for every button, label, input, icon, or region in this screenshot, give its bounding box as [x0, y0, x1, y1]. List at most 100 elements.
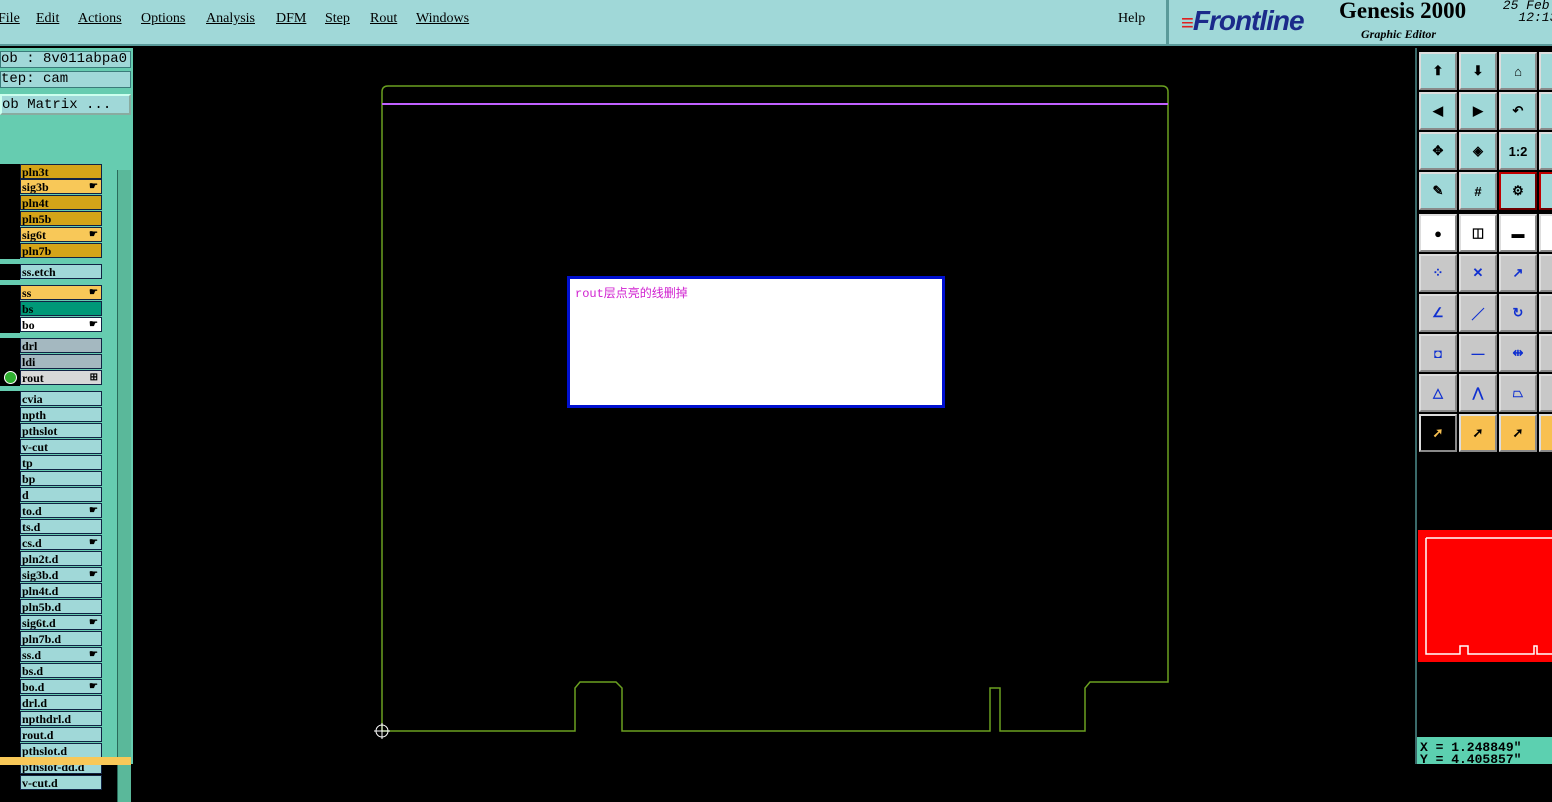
layer-npthdrl.d[interactable]: npthdrl.d: [20, 711, 102, 726]
measure-button[interactable]: ⇹: [1499, 334, 1537, 372]
move-pad-button[interactable]: ◘: [1419, 334, 1457, 372]
more-lines-button[interactable]: =: [1539, 294, 1552, 332]
select-button[interactable]: ➚: [1419, 414, 1457, 452]
zoom-box-button[interactable]: ▢: [1539, 132, 1552, 170]
layer-pln5b[interactable]: pln5b: [20, 211, 102, 226]
layer-pthslot[interactable]: pthslot: [20, 423, 102, 438]
menu-actions[interactable]: Actions: [78, 11, 122, 27]
left-button[interactable]: ◀: [1419, 92, 1457, 130]
help-menu[interactable]: Help: [1118, 11, 1145, 27]
layer-visibility[interactable]: [0, 211, 20, 227]
bottom-view-button[interactable]: ⬇: [1459, 52, 1497, 90]
layer-bo[interactable]: bo☛: [20, 317, 102, 332]
layer-tp[interactable]: tp: [20, 455, 102, 470]
chevron-button[interactable]: ⋀: [1459, 374, 1497, 412]
menu-analysis[interactable]: Analysis: [206, 11, 255, 27]
redo-view-button[interactable]: ↷: [1539, 92, 1552, 130]
layer-pln4t.d[interactable]: pln4t.d: [20, 583, 102, 598]
layer-sig6t[interactable]: sig6t☛: [20, 227, 102, 242]
select-box-button[interactable]: ➚: [1459, 414, 1497, 452]
layer-visibility[interactable]: [0, 631, 20, 647]
layer-visibility[interactable]: [0, 391, 20, 407]
layer-visibility[interactable]: [0, 679, 20, 695]
layer-visibility[interactable]: [0, 647, 20, 663]
transform-button[interactable]: ◫: [1459, 214, 1497, 252]
layer-visibility[interactable]: [0, 439, 20, 455]
layer-visibility[interactable]: [0, 535, 20, 551]
layer-rout[interactable]: rout⊞: [20, 370, 102, 385]
layer-v-cut.d[interactable]: v-cut.d: [20, 775, 102, 790]
layer-pln3t[interactable]: pln3t: [20, 164, 102, 179]
right-button[interactable]: ▶: [1459, 92, 1497, 130]
layer-visibility[interactable]: [0, 423, 20, 439]
layer-ss.d[interactable]: ss.d☛: [20, 647, 102, 662]
layer-visibility[interactable]: [0, 583, 20, 599]
layer-drl.d[interactable]: drl.d: [20, 695, 102, 710]
triangle-button[interactable]: △: [1419, 374, 1457, 412]
layer-pln4t[interactable]: pln4t: [20, 195, 102, 210]
more-shapes-button[interactable]: ✕: [1539, 374, 1552, 412]
layer-visibility[interactable]: [0, 663, 20, 679]
layer-visibility[interactable]: [0, 503, 20, 519]
layer-visibility[interactable]: [0, 164, 20, 180]
layer-ss.etch[interactable]: ss.etch: [20, 264, 102, 279]
arc-button[interactable]: ↻: [1499, 294, 1537, 332]
menu-dfm[interactable]: DFM: [276, 11, 306, 27]
fit-center-button[interactable]: ◈: [1459, 132, 1497, 170]
add-feature-button[interactable]: ●: [1419, 214, 1457, 252]
select-polygon-button[interactable]: ➚: [1499, 414, 1537, 452]
grid-button[interactable]: #: [1459, 172, 1497, 210]
layer-drl[interactable]: drl: [20, 338, 102, 353]
layer-pln2t.d[interactable]: pln2t.d: [20, 551, 102, 566]
layer-pln7b.d[interactable]: pln7b.d: [20, 631, 102, 646]
layer-bs[interactable]: bs: [20, 301, 102, 316]
layer-d[interactable]: d: [20, 487, 102, 502]
layer-visibility[interactable]: [0, 455, 20, 471]
layer-visibility[interactable]: [0, 264, 20, 280]
display-control-button[interactable]: ⚙: [1499, 172, 1537, 210]
layer-visibility[interactable]: [0, 370, 20, 386]
snap-button[interactable]: ▯: [1539, 214, 1552, 252]
layer-visibility[interactable]: [0, 227, 20, 243]
menu-rout[interactable]: Rout: [370, 11, 397, 27]
line-draw-button[interactable]: ∠: [1419, 294, 1457, 332]
layer-visibility[interactable]: [0, 599, 20, 615]
fit-all-button[interactable]: ✥: [1419, 132, 1457, 170]
layer-visibility[interactable]: [0, 338, 20, 354]
layer-visibility[interactable]: [0, 301, 20, 317]
layer-visibility[interactable]: [0, 519, 20, 535]
layer-cvia[interactable]: cvia: [20, 391, 102, 406]
layer-visibility[interactable]: [0, 727, 20, 743]
layer-visibility[interactable]: [0, 775, 20, 791]
top-view-button[interactable]: ⬆: [1419, 52, 1457, 90]
layer-visibility[interactable]: [0, 487, 20, 503]
layer-bo.d[interactable]: bo.d☛: [20, 679, 102, 694]
layer-visibility[interactable]: [0, 551, 20, 567]
lock-button[interactable]: ⌑: [1539, 334, 1552, 372]
layer-sig3b.d[interactable]: sig3b.d☛: [20, 567, 102, 582]
delete-button[interactable]: ✕: [1459, 254, 1497, 292]
undo-view-button[interactable]: ↶: [1499, 92, 1537, 130]
layer-visibility[interactable]: [0, 695, 20, 711]
layer-visibility[interactable]: [0, 285, 20, 301]
menu-file[interactable]: File: [0, 11, 20, 27]
layer-pthslot.d[interactable]: pthslot.d: [20, 743, 102, 758]
layer-v-cut[interactable]: v-cut: [20, 439, 102, 454]
menu-windows[interactable]: Windows: [416, 11, 469, 27]
layer-visibility[interactable]: [0, 407, 20, 423]
layer-cs.d[interactable]: cs.d☛: [20, 535, 102, 550]
pad-button[interactable]: ●: [1539, 254, 1552, 292]
layer-rout.d[interactable]: rout.d: [20, 727, 102, 742]
window-button[interactable]: ▭: [1539, 52, 1552, 90]
cut-line-button[interactable]: —: [1459, 334, 1497, 372]
layer-visibility[interactable]: [0, 317, 20, 333]
connect-button[interactable]: ⁘: [1419, 254, 1457, 292]
layer-visibility[interactable]: [0, 471, 20, 487]
layer-pln7b[interactable]: pln7b: [20, 243, 102, 258]
move-point-button[interactable]: ↗: [1499, 254, 1537, 292]
layer-visibility[interactable]: [0, 243, 20, 259]
line-edit-button[interactable]: ／: [1459, 294, 1497, 332]
layer-visibility[interactable]: [0, 711, 20, 727]
layer-visibility[interactable]: [0, 195, 20, 211]
layer-visibility[interactable]: [0, 567, 20, 583]
